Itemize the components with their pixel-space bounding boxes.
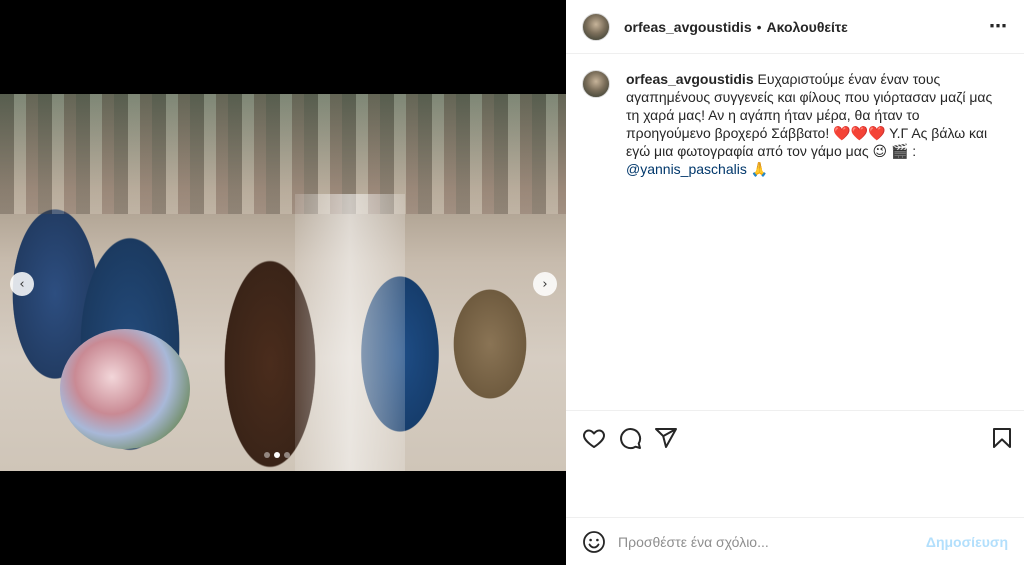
credit-separator: : [912,143,917,159]
like-heart-icon[interactable] [582,426,606,450]
wink-emoji: 😉 [872,143,888,159]
carousel-dot [284,452,290,458]
avatar[interactable] [582,12,610,41]
comment-input[interactable] [618,533,926,550]
carousel-dot [264,452,270,458]
photo-bouquet [60,329,190,449]
carousel-dot-active [274,452,280,458]
header-username[interactable]: orfeas_avgoustidis [624,19,752,35]
post-side-panel: orfeas_avgoustidis • Ακολουθείτε ⋯ orfea… [566,0,1024,565]
post-media-panel: ‹ › [0,0,566,565]
share-paper-plane-icon[interactable] [654,426,678,450]
carousel-prev-button[interactable]: ‹ [10,272,34,296]
header-separator: • [756,18,762,35]
post-header: orfeas_avgoustidis • Ακολουθείτε ⋯ [566,0,1024,54]
photo-crowd-background [0,94,566,214]
following-button[interactable]: Ακολουθείτε [767,19,848,35]
save-bookmark-icon[interactable] [990,426,1014,450]
comment-bubble-icon[interactable] [618,426,642,450]
caption-username[interactable]: orfeas_avgoustidis [626,71,754,87]
more-options-icon[interactable]: ⋯ [989,16,1008,37]
post-photo[interactable] [0,94,566,471]
carousel-indicator [264,452,290,458]
photo-veil [295,194,405,471]
pray-emoji: 🙏 [750,161,769,177]
add-comment-bar: Δημοσίευση [566,517,1024,565]
post-actions [566,410,1024,462]
hearts-emoji: ❤️❤️❤️ [833,125,886,141]
caption-avatar[interactable] [582,70,610,98]
emoji-smiley-icon[interactable] [582,530,606,554]
mention-link[interactable]: @yannis_paschalis [626,161,747,177]
clapper-emoji: 🎬 [890,143,909,159]
caption-text: orfeas_avgoustidis Ευχαριστούμε έναν ένα… [626,70,1007,178]
post-caption: orfeas_avgoustidis Ευχαριστούμε έναν ένα… [582,70,1007,178]
carousel-next-button[interactable]: › [533,272,557,296]
post-comment-button[interactable]: Δημοσίευση [926,534,1008,550]
